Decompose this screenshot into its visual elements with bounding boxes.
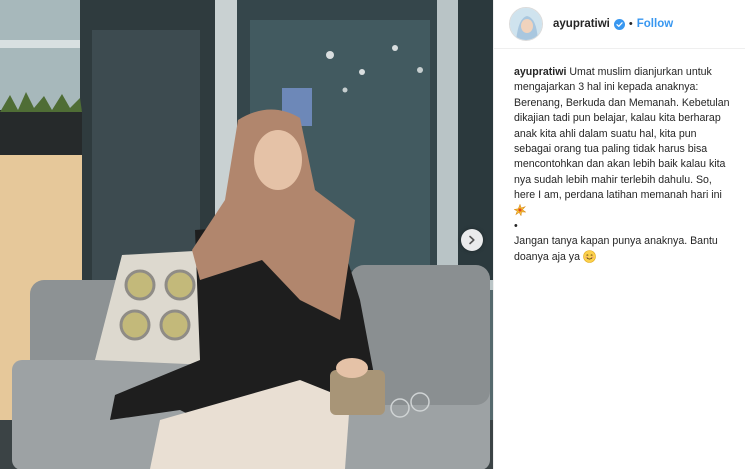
smiling-face-emoji-icon [583,250,596,263]
avatar-image [510,8,542,40]
instagram-post: ayupratiwi • Follow ayupratiwi Umat musl… [0,0,745,469]
caption-bullet: • [514,220,518,233]
post-photo[interactable] [0,0,493,469]
author-username[interactable]: ayupratiwi [553,18,610,30]
separator-dot: • [628,18,633,30]
caption-username[interactable]: ayupratiwi [514,66,566,78]
verified-badge-icon [613,18,625,30]
post-header: ayupratiwi • Follow [494,0,745,49]
collision-emoji-icon [514,203,526,216]
caption-text-1: Umat muslim dianjurkan untuk mengajarkan… [514,66,730,202]
post-sidebar: ayupratiwi • Follow ayupratiwi Umat musl… [493,0,745,469]
avatar[interactable] [509,7,543,41]
follow-button[interactable]: Follow [637,18,673,30]
caption-paragraph-1: ayupratiwi Umat muslim dianjurkan untuk … [514,65,731,219]
caption-paragraph-2: Jangan tanya kapan punya anaknya. Bantu … [514,234,731,265]
photo-illustration [0,0,493,469]
post-caption: ayupratiwi Umat muslim dianjurkan untuk … [494,49,745,265]
chevron-right-icon [469,235,475,245]
next-photo-button[interactable] [461,229,483,251]
caption-text-2: Jangan tanya kapan punya anaknya. Bantu … [514,235,718,263]
